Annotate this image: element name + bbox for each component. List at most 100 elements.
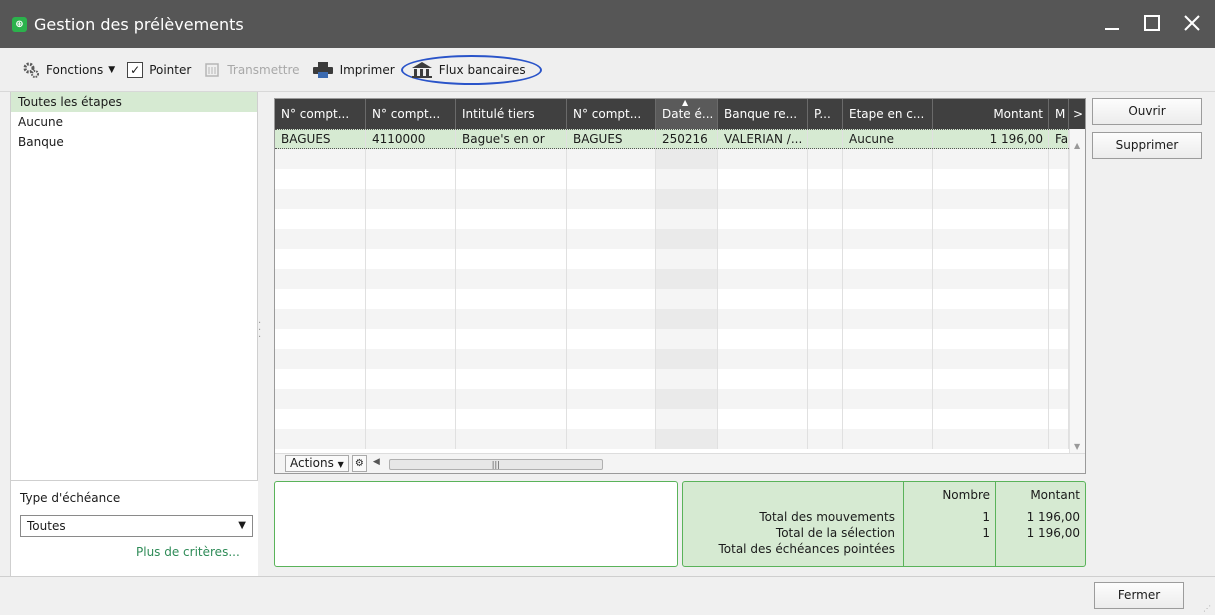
table-cell: 250216 — [656, 130, 718, 148]
minimize-button[interactable] — [1101, 8, 1123, 38]
empty-cell — [656, 309, 718, 329]
empty-cell — [567, 349, 656, 369]
empty-cell — [933, 289, 1049, 309]
fonctions-menu-button[interactable]: Fonctions ▼ — [22, 55, 115, 85]
imprimer-button[interactable]: Imprimer — [312, 55, 395, 85]
type-echeance-select[interactable]: Toutes ▼ — [20, 515, 253, 537]
supprimer-button[interactable]: Supprimer — [1092, 132, 1202, 159]
splitter-handle[interactable]: · · · — [258, 319, 264, 343]
flux-bancaires-button[interactable]: Flux bancaires — [400, 54, 542, 85]
column-header[interactable]: M — [1049, 99, 1069, 129]
empty-cell — [933, 189, 1049, 209]
empty-cell — [1049, 289, 1069, 309]
column-header[interactable]: P... — [808, 99, 843, 129]
empty-cell — [567, 209, 656, 229]
scroll-down-icon[interactable]: ▼ — [1074, 442, 1080, 451]
scroll-thumb[interactable]: ||| — [388, 458, 603, 470]
empty-cell — [656, 349, 718, 369]
more-columns-button[interactable]: > — [1069, 99, 1085, 129]
empty-cell — [718, 269, 808, 289]
empty-cell — [933, 229, 1049, 249]
column-header-sorted[interactable]: ▲ Date é... — [656, 99, 718, 129]
summary-row-montant: 1 196,00 — [1026, 526, 1080, 540]
column-header[interactable]: N° compt... — [366, 99, 456, 129]
empty-cell — [275, 149, 366, 169]
empty-cell — [366, 269, 456, 289]
etape-item-aucune[interactable]: Aucune — [11, 112, 257, 132]
summary-header-montant: Montant — [1030, 488, 1080, 502]
window-controls — [1101, 8, 1203, 38]
fermer-button[interactable]: Fermer — [1094, 582, 1184, 609]
empty-cell — [808, 209, 843, 229]
actions-menu-button[interactable]: Actions ▼ — [285, 455, 349, 472]
table-cell: 4110000 — [366, 130, 456, 148]
imprimer-label: Imprimer — [339, 62, 395, 77]
empty-cell — [718, 249, 808, 269]
maximize-button[interactable] — [1141, 8, 1163, 38]
empty-cell — [456, 269, 567, 289]
empty-cell — [656, 209, 718, 229]
summary-row-nombre: 1 — [982, 510, 990, 524]
transmettre-button[interactable]: Transmettre — [203, 55, 300, 85]
scroll-left-icon[interactable]: ◀ — [373, 457, 380, 467]
column-header[interactable]: Banque re... — [718, 99, 808, 129]
empty-cell — [843, 369, 933, 389]
pointer-label: Pointer — [149, 62, 192, 77]
empty-cell — [933, 209, 1049, 229]
summary-row-nombre: 1 — [982, 526, 990, 540]
summary-panel-totals: Nombre Montant Total des mouvements 1 1 … — [682, 481, 1086, 567]
scroll-up-icon[interactable]: ▲ — [1074, 141, 1080, 150]
plus-criteres-link[interactable]: Plus de critères... — [136, 545, 240, 559]
empty-cell — [567, 309, 656, 329]
empty-cell — [366, 189, 456, 209]
column-header[interactable]: Intitulé tiers — [456, 99, 567, 129]
maximize-icon — [1144, 15, 1160, 31]
empty-cell — [456, 249, 567, 269]
summary-row-label: Total de la sélection — [775, 526, 895, 540]
table-row[interactable]: BAGUES 4110000 Bague's en or BAGUES 2502… — [275, 129, 1071, 149]
column-settings-button[interactable]: ⚙ — [351, 455, 367, 472]
empty-cell — [933, 149, 1049, 169]
empty-cell — [843, 249, 933, 269]
empty-cell — [567, 149, 656, 169]
empty-cell — [656, 369, 718, 389]
vertical-scrollbar[interactable]: ▲ ▼ — [1069, 129, 1085, 459]
empty-cell — [843, 429, 933, 449]
checkbox-checked-icon: ✓ — [127, 61, 144, 78]
empty-cell — [275, 309, 366, 329]
column-header[interactable]: N° compt... — [275, 99, 366, 129]
empty-cell — [456, 149, 567, 169]
empty-cell — [1049, 349, 1069, 369]
horizontal-scrollbar[interactable]: ◀ ||| ▶ — [373, 457, 893, 471]
summary-header-nombre: Nombre — [942, 488, 990, 502]
empty-row — [275, 309, 1071, 329]
empty-cell — [456, 189, 567, 209]
empty-cell — [366, 169, 456, 189]
close-button[interactable] — [1181, 8, 1203, 38]
column-header[interactable]: Montant — [933, 99, 1049, 129]
fonctions-label: Fonctions — [46, 62, 104, 77]
summary-row-label: Total des échéances pointées — [718, 542, 895, 556]
etape-item-toutes[interactable]: Toutes les étapes — [11, 92, 257, 112]
empty-cell — [366, 209, 456, 229]
empty-cell — [456, 389, 567, 409]
chevron-down-icon: ▼ — [108, 64, 116, 75]
column-header[interactable]: Etape en c... — [843, 99, 933, 129]
empty-cell — [718, 329, 808, 349]
empty-cell — [933, 349, 1049, 369]
empty-cell — [275, 249, 366, 269]
empty-row — [275, 229, 1071, 249]
resize-grip-icon[interactable]: ⋰ — [1203, 604, 1211, 613]
empty-cell — [1049, 169, 1069, 189]
empty-cell — [456, 409, 567, 429]
empty-cell — [718, 409, 808, 429]
etape-item-banque[interactable]: Banque — [11, 132, 257, 152]
toolbar: Fonctions ▼ ✓ Pointer Transmettre Imprim… — [0, 48, 1215, 92]
printer-icon — [312, 61, 334, 79]
ouvrir-button[interactable]: Ouvrir — [1092, 98, 1202, 125]
column-header[interactable]: N° compt... — [567, 99, 656, 129]
close-icon — [1184, 15, 1200, 31]
empty-cell — [933, 329, 1049, 349]
pointer-button[interactable]: ✓ Pointer — [127, 55, 191, 85]
empty-cell — [366, 429, 456, 449]
